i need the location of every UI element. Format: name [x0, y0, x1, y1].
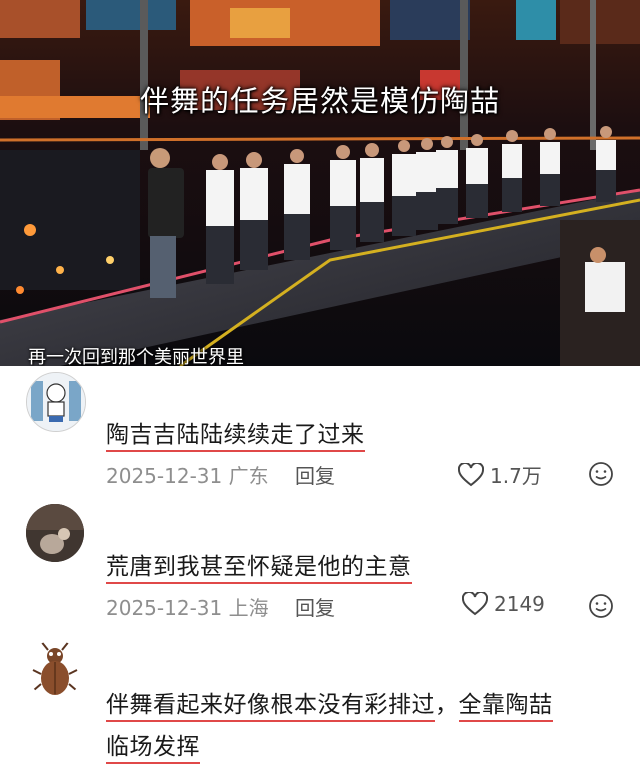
avatar[interactable]	[26, 504, 84, 562]
video-title-caption: 伴舞的任务居然是模仿陶喆	[139, 84, 500, 118]
video-subtitle: 再一次回到那个美丽世界里	[28, 347, 244, 366]
comment-location: 广东	[228, 464, 269, 488]
comment-item: 伴舞看起来好像根本没有彩排过，全靠陶喆 临场发挥	[0, 634, 640, 770]
comment-text: 陶吉吉陆陆续续走了过来	[106, 416, 365, 454]
emoji-reaction-button[interactable]	[588, 461, 614, 487]
comment-text: 荒唐到我甚至怀疑是他的主意	[106, 548, 412, 586]
beetle-avatar-icon	[32, 640, 78, 695]
like-count: 1.7万	[490, 464, 542, 488]
comment-item: 陶吉吉陆陆续续走了过来 2025-12-31 广东 回复 1.7万	[0, 366, 640, 500]
comment-meta: 2025-12-31 上海 回复	[106, 592, 335, 621]
comment-item: 荒唐到我甚至怀疑是他的主意 2025-12-31 上海 回复 2149	[0, 500, 640, 634]
video-player[interactable]: 伴舞的任务居然是模仿陶喆 再一次回到那个美丽世界里	[0, 0, 640, 366]
comment-text-comma: ，	[435, 692, 459, 718]
comment-date: 2025-12-31	[106, 464, 223, 488]
smiley-icon	[589, 462, 613, 486]
comment-text-content: 荒唐到我甚至怀疑是他的主意	[106, 554, 412, 584]
avatar[interactable]	[26, 372, 86, 432]
comment-meta: 2025-12-31 广东 回复	[106, 460, 335, 489]
like-count: 2149	[494, 592, 545, 616]
like-button[interactable]: 2149	[462, 592, 545, 616]
comment-text-content: 陶吉吉陆陆续续走了过来	[106, 422, 365, 452]
video-frame	[0, 0, 640, 366]
like-button[interactable]: 1.7万	[458, 460, 542, 489]
smiley-icon	[589, 594, 613, 618]
heart-outline-icon	[458, 462, 484, 486]
cartoon-avatar-icon	[27, 373, 85, 431]
comment-text-part: 全靠陶喆	[458, 692, 553, 722]
comment-text-part: 临场发挥	[106, 734, 200, 764]
emoji-reaction-button[interactable]	[588, 593, 614, 619]
comment-text: 伴舞看起来好像根本没有彩排过，全靠陶喆	[106, 686, 553, 724]
heart-outline-icon	[462, 592, 488, 616]
photo-avatar-icon	[26, 504, 84, 562]
comment-text-part: 伴舞看起来好像根本没有彩排过	[106, 692, 435, 722]
comment-date: 2025-12-31	[106, 596, 223, 620]
reply-button[interactable]: 回复	[295, 596, 335, 620]
avatar[interactable]	[26, 640, 84, 698]
comment-text-line2: 临场发挥	[106, 728, 200, 766]
comment-location: 上海	[228, 596, 269, 620]
reply-button[interactable]: 回复	[295, 464, 335, 488]
